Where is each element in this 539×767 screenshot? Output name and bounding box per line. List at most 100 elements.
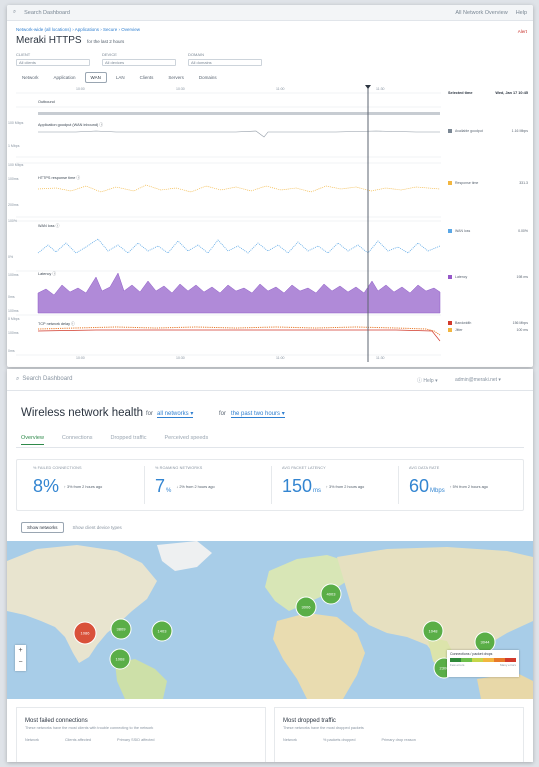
y-tick: 200ms	[8, 203, 19, 207]
map-legend: Connections / packet drops Few errors Man…	[447, 650, 519, 677]
stat-data-rate[interactable]: AVG DATA RATE 60Mbps ↑ 5% from 2 hours ag…	[409, 466, 488, 497]
network-scope-select[interactable]: all networks ▾	[157, 410, 194, 418]
y-tick: 100ms	[8, 177, 19, 181]
latency-area	[37, 272, 441, 314]
cluster-marker[interactable]: 1068	[109, 648, 131, 670]
subtab-bar: Network Application WAN LAN Clients Serv…	[16, 72, 223, 83]
tab-application[interactable]: Application	[48, 72, 82, 83]
search-input[interactable]: Search Dashboard	[24, 10, 70, 16]
top-bar: ⌕ Search Dashboard All Network Overview …	[7, 5, 533, 21]
y-tick: 0ms	[8, 295, 15, 299]
cursor-handle-icon[interactable]	[365, 85, 371, 89]
column-header[interactable]: Clients affected	[65, 738, 91, 742]
client-filter[interactable]: CLIENT All clients	[16, 52, 90, 66]
cluster-marker[interactable]: 1086	[73, 621, 97, 645]
y-tick: 0ms	[8, 349, 15, 353]
search-icon: ⌕	[16, 376, 20, 382]
user-menu[interactable]: admin@meraki.net ▾	[455, 377, 501, 383]
stat-unit: Mbps	[430, 488, 445, 494]
tab-domains[interactable]: Domains	[193, 72, 223, 83]
tab-lan[interactable]: LAN	[110, 72, 131, 83]
column-header[interactable]: Network	[283, 738, 297, 742]
x-tick: 11:00	[276, 356, 285, 360]
panel-title: Most failed connections	[25, 718, 88, 724]
zoom-in-button[interactable]: +	[15, 645, 26, 657]
show-networks-button[interactable]: Show networks	[21, 522, 64, 533]
legend-row: Bandwidth 156 Mbps	[448, 321, 528, 325]
cluster-marker[interactable]: 3809	[110, 618, 132, 640]
tab-divider	[16, 447, 524, 448]
cluster-marker[interactable]: 1403	[151, 620, 173, 642]
for-label: for	[219, 411, 227, 417]
chevron-down-icon: ▾	[190, 411, 194, 417]
cluster-marker[interactable]: 1048	[422, 620, 444, 642]
stat-change: ↑ 3% from 2 hours ago	[64, 485, 103, 490]
stat-roaming[interactable]: % ROAMING NETWORKS 7% ↓ 2% from 2 hours a…	[155, 466, 215, 497]
cluster-marker[interactable]: 3006	[295, 596, 317, 618]
divider	[271, 466, 272, 504]
legend-swatch	[448, 229, 452, 233]
y-tick: 100ms	[8, 273, 19, 277]
show-client-device-types-button[interactable]: Show client device types	[70, 522, 125, 533]
domain-filter[interactable]: DOMAIN All domains	[188, 52, 262, 66]
legend-row: Available goodput 1.16 Mbps	[448, 129, 528, 133]
stat-latency[interactable]: AVG PACKET LATENCY 150ms ↑ 3% from 2 hour…	[282, 466, 364, 497]
legend-swatch	[448, 275, 452, 279]
tab-overview[interactable]: Overview	[21, 435, 44, 445]
y-tick: 100ms	[8, 331, 19, 335]
tab-connections[interactable]: Connections	[62, 435, 93, 445]
tab-clients[interactable]: Clients	[134, 72, 160, 83]
search-icon[interactable]: ⌕	[13, 9, 16, 16]
alert-badge[interactable]: Alert	[518, 29, 527, 34]
plot-label: WAN loss ⓘ	[38, 224, 60, 228]
filter-value[interactable]: All domains	[188, 59, 262, 66]
stat-change: ↑ 3% from 2 hours ago	[326, 485, 365, 490]
tab-wan[interactable]: WAN	[84, 72, 107, 83]
tab-servers[interactable]: Servers	[162, 72, 190, 83]
cluster-marker[interactable]: 4003	[320, 583, 342, 605]
time-range-selector[interactable]: for the last 2 hours	[87, 39, 124, 44]
network-selector[interactable]: All Network Overview	[455, 10, 507, 16]
legend-header-right: Wed, Jan 17 10:45	[495, 91, 528, 95]
time-range-select[interactable]: the past two hours ▾	[231, 410, 285, 418]
filter-value[interactable]: All devices	[102, 59, 176, 66]
breadcrumb[interactable]: Network-wide (all locations) › Applicati…	[16, 27, 140, 32]
help-menu[interactable]: Help	[516, 10, 527, 16]
legend-label: Available goodput	[455, 129, 483, 133]
response-time-line	[37, 184, 441, 193]
legend-row: Latency 198 ms	[448, 275, 528, 279]
y-tick: 100%	[8, 219, 17, 223]
cluster-label: 1403	[158, 629, 168, 634]
world-map[interactable]: 1086 3809 1068 1403 3006 4003 1048 3044 …	[7, 541, 533, 699]
column-header[interactable]: Primary SSID affected	[117, 738, 155, 742]
chevron-down-icon: ▾	[281, 411, 285, 417]
filter-value[interactable]: All clients	[16, 59, 90, 66]
tab-perceived-speeds[interactable]: Perceived speeds	[164, 435, 208, 445]
map-legend-low: Few errors	[450, 663, 465, 667]
tab-network[interactable]: Network	[16, 72, 45, 83]
stat-failed-connections[interactable]: % FAILED CONNECTIONS 8% ↑ 3% from 2 hours…	[33, 466, 102, 497]
legend-swatch	[448, 321, 452, 325]
time-range-value: the past two hours	[231, 411, 281, 417]
x-tick: 10:30	[176, 356, 185, 360]
zoom-out-button[interactable]: −	[15, 657, 26, 669]
column-header[interactable]: Network	[25, 738, 39, 742]
outbound-bar	[38, 112, 440, 115]
device-filter[interactable]: DEVICE All devices	[102, 52, 176, 66]
tab-dropped-traffic[interactable]: Dropped traffic	[111, 435, 147, 445]
divider	[144, 466, 145, 504]
panel-subtitle: These networks have the most dropped pac…	[283, 726, 364, 730]
timeseries-charts[interactable]: Outbound Application goodput (WAN inboun…	[8, 85, 441, 362]
stat-unit: %	[166, 488, 172, 494]
cluster-marker[interactable]: 3044	[474, 631, 496, 653]
zoom-control: + −	[15, 645, 26, 671]
x-tick: 11:00	[276, 87, 285, 91]
help-menu[interactable]: ⓘ Help ▾	[417, 377, 438, 384]
tab-bar: Overview Connections Dropped traffic Per…	[21, 435, 208, 445]
column-header[interactable]: % packets dropped	[323, 738, 356, 742]
column-header[interactable]: Primary drop reason	[381, 738, 415, 742]
legend-header-left: Selected time	[448, 91, 473, 95]
search-input[interactable]: ⌕ Search Dashboard	[16, 376, 72, 383]
stat-label: % FAILED CONNECTIONS	[33, 466, 82, 470]
legend-label: Latency	[455, 275, 468, 279]
